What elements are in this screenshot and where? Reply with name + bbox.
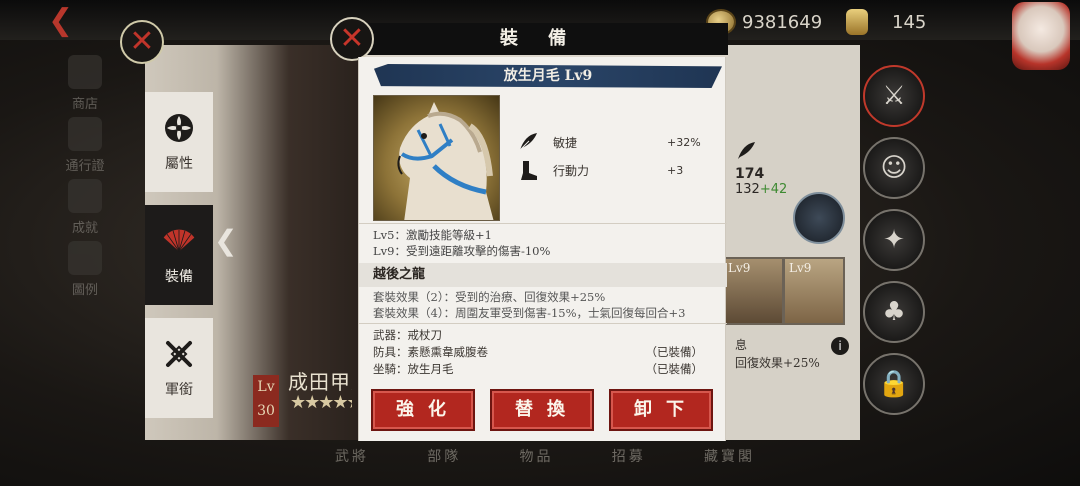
level-effect-5: Lv5：激勵技能等級+1 (373, 228, 492, 242)
character-name: 成田甲斐 (288, 370, 352, 394)
bottom-tab-generals[interactable]: 武將 (335, 446, 369, 466)
nav-achievement[interactable]: 成就 (55, 179, 115, 241)
attribute-flower-icon (162, 111, 196, 145)
set-effect-4: 套裝效果（4）：周圍友軍受到傷害-15%，士氣回復每回合+3 (373, 306, 686, 320)
question-icon (68, 241, 102, 275)
chevron-left-icon[interactable]: ❮ (214, 224, 237, 257)
bottom-tabs: 武將 部隊 物品 招募 藏寶閣 (335, 446, 755, 466)
set-effect-2: 套裝效果（2）：受到的治療、回復效果+25% (373, 290, 606, 304)
level-prefix: Lv (257, 379, 275, 395)
nav-achievement-label: 成就 (71, 221, 98, 236)
gear-mount-status: （已裝備） (645, 362, 704, 376)
level-value: 30 (257, 403, 275, 419)
equipped-horse-card[interactable]: Lv9 (722, 257, 784, 325)
bottom-tab-items[interactable]: 物品 (520, 446, 554, 466)
speed-stat: 174 132+42 (735, 140, 825, 197)
equipment-fan-icon (162, 224, 196, 258)
left-nav: 商店 通行證 成就 圖例 (55, 55, 115, 303)
tab-equipment[interactable]: 裝備 (145, 205, 213, 305)
ninja-skill-button[interactable]: ⚔ (863, 65, 925, 127)
star-rating: ★★★★★ (290, 392, 352, 413)
level-badge: Lv 30 (253, 375, 279, 427)
tab-attributes-label: 屬性 (165, 156, 193, 172)
tab-attributes[interactable]: 屬性 (145, 92, 213, 192)
speed-base: 132 (735, 182, 760, 197)
nav-guide-label: 圖例 (71, 283, 98, 298)
tab-equipment-label: 裝備 (165, 269, 193, 285)
feather-icon (517, 131, 539, 153)
lock-button[interactable]: 🔒 (863, 353, 925, 415)
gold-counter: 145 (846, 9, 927, 35)
feather-icon (735, 140, 757, 162)
crossed-swords-icon (162, 337, 196, 371)
gold-amount: 145 (892, 11, 927, 33)
nav-shop-label: 商店 (71, 97, 98, 112)
boot-icon (517, 159, 539, 181)
gear-armor-status: （已裝備） (645, 345, 704, 359)
replace-button[interactable]: 替換 (490, 389, 594, 431)
nav-pass-label: 通行證 (65, 159, 105, 174)
close-icon[interactable]: ✕ (120, 20, 164, 64)
bottom-tab-recruit[interactable]: 招募 (612, 446, 646, 466)
item-name: 放生月毛 Lv9 (374, 64, 722, 88)
set-name: 越後之龍 (359, 263, 727, 287)
bottom-tab-troops[interactable]: 部隊 (427, 446, 461, 466)
tab-rank-label: 軍銜 (165, 382, 193, 398)
back-arrow-icon[interactable]: ❮ (48, 6, 78, 36)
skill-button[interactable]: ✦ (863, 209, 925, 271)
horse-image (373, 95, 500, 221)
stat-movement-name: 行動力 (553, 163, 590, 178)
sidebar-tabs: 屬性 裝備 軍銜 (145, 92, 213, 431)
stat-agility-name: 敏捷 (553, 135, 578, 150)
right-info-panel (725, 45, 860, 440)
scroll-item-icon[interactable] (793, 192, 845, 244)
gear-weapon: 武器：戒杖刀 (373, 327, 703, 343)
horse-card-level: Lv9 (728, 261, 751, 275)
level-effect-9: Lv9：受到遠距離攻擊的傷害-10% (373, 244, 551, 258)
unequip-button[interactable]: 卸下 (609, 389, 713, 431)
stat-agility: 敏捷 +32% (517, 129, 707, 155)
gear-armor-text: 防具：素懸熏韋威腹卷 (373, 345, 488, 359)
gear-weapon-text: 武器：戒杖刀 (373, 328, 442, 342)
modal-close-icon[interactable]: ✕ (330, 17, 374, 61)
right-panel-line2: 回復效果+25% (735, 356, 820, 370)
mascot-cat-icon[interactable] (1012, 2, 1070, 70)
trophy-icon (68, 179, 102, 213)
stat-movement-value: +3 (667, 163, 684, 177)
enhance-button[interactable]: 強化 (371, 389, 475, 431)
speed-total: 174 (735, 166, 765, 182)
gear-mount: 坐騎：放生月毛 （已裝備） (373, 361, 703, 377)
info-icon[interactable]: i (831, 337, 849, 355)
modal-title: 裝 備 (350, 23, 728, 57)
costume-button[interactable]: ♣ (863, 281, 925, 343)
gear-armor: 防具：素懸熏韋威腹卷 （已裝備） (373, 344, 703, 360)
right-nav: ⚔ ☺ ✦ ♣ 🔒 (863, 65, 927, 425)
divider (359, 323, 727, 324)
stat-agility-value: +32% (667, 135, 701, 149)
tab-rank[interactable]: 軍銜 (145, 318, 213, 418)
divider (359, 223, 727, 224)
gold-icon (846, 9, 868, 35)
nav-guide[interactable]: 圖例 (55, 241, 115, 303)
pass-icon (68, 117, 102, 151)
speed-bonus: +42 (759, 182, 788, 197)
team-button[interactable]: ☺ (863, 137, 925, 199)
gear-mount-text: 坐騎：放生月毛 (373, 362, 454, 376)
nav-shop[interactable]: 商店 (55, 55, 115, 117)
book-card-level: Lv9 (789, 261, 812, 275)
nav-pass[interactable]: 通行證 (55, 117, 115, 179)
bottom-tab-treasure[interactable]: 藏寶閣 (704, 446, 755, 466)
stat-movement: 行動力 +3 (517, 157, 707, 183)
equipment-modal: 放生月毛 Lv9 敏捷 +32% 行動力 +3 Lv5：激勵技能等級+1 Lv9… (358, 57, 727, 441)
coin-amount: 9381649 (742, 11, 823, 33)
shop-icon (68, 55, 102, 89)
equipped-book-card[interactable]: Lv9 (783, 257, 845, 325)
